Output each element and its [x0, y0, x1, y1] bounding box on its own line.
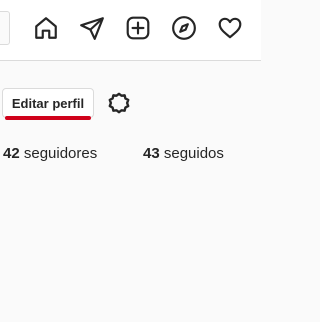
explore-compass-icon[interactable]: [171, 15, 197, 41]
following-label: seguidos: [159, 145, 224, 162]
top-navigation-bar: [0, 0, 261, 61]
followers-label: seguidores: [19, 145, 98, 162]
new-post-icon[interactable]: [125, 15, 151, 41]
search-input[interactable]: [0, 11, 10, 45]
home-icon[interactable]: [33, 15, 59, 41]
direct-message-icon[interactable]: [79, 15, 105, 41]
highlight-underline: [5, 116, 91, 120]
following-count: 43: [143, 145, 160, 162]
following-stat[interactable]: 43 seguidos: [143, 145, 224, 162]
followers-count: 42: [3, 145, 20, 162]
followers-stat[interactable]: 42 seguidores: [3, 145, 97, 162]
gear-icon[interactable]: [106, 90, 132, 116]
edit-profile-button[interactable]: Editar perfil: [2, 88, 94, 118]
heart-icon[interactable]: [217, 15, 243, 41]
